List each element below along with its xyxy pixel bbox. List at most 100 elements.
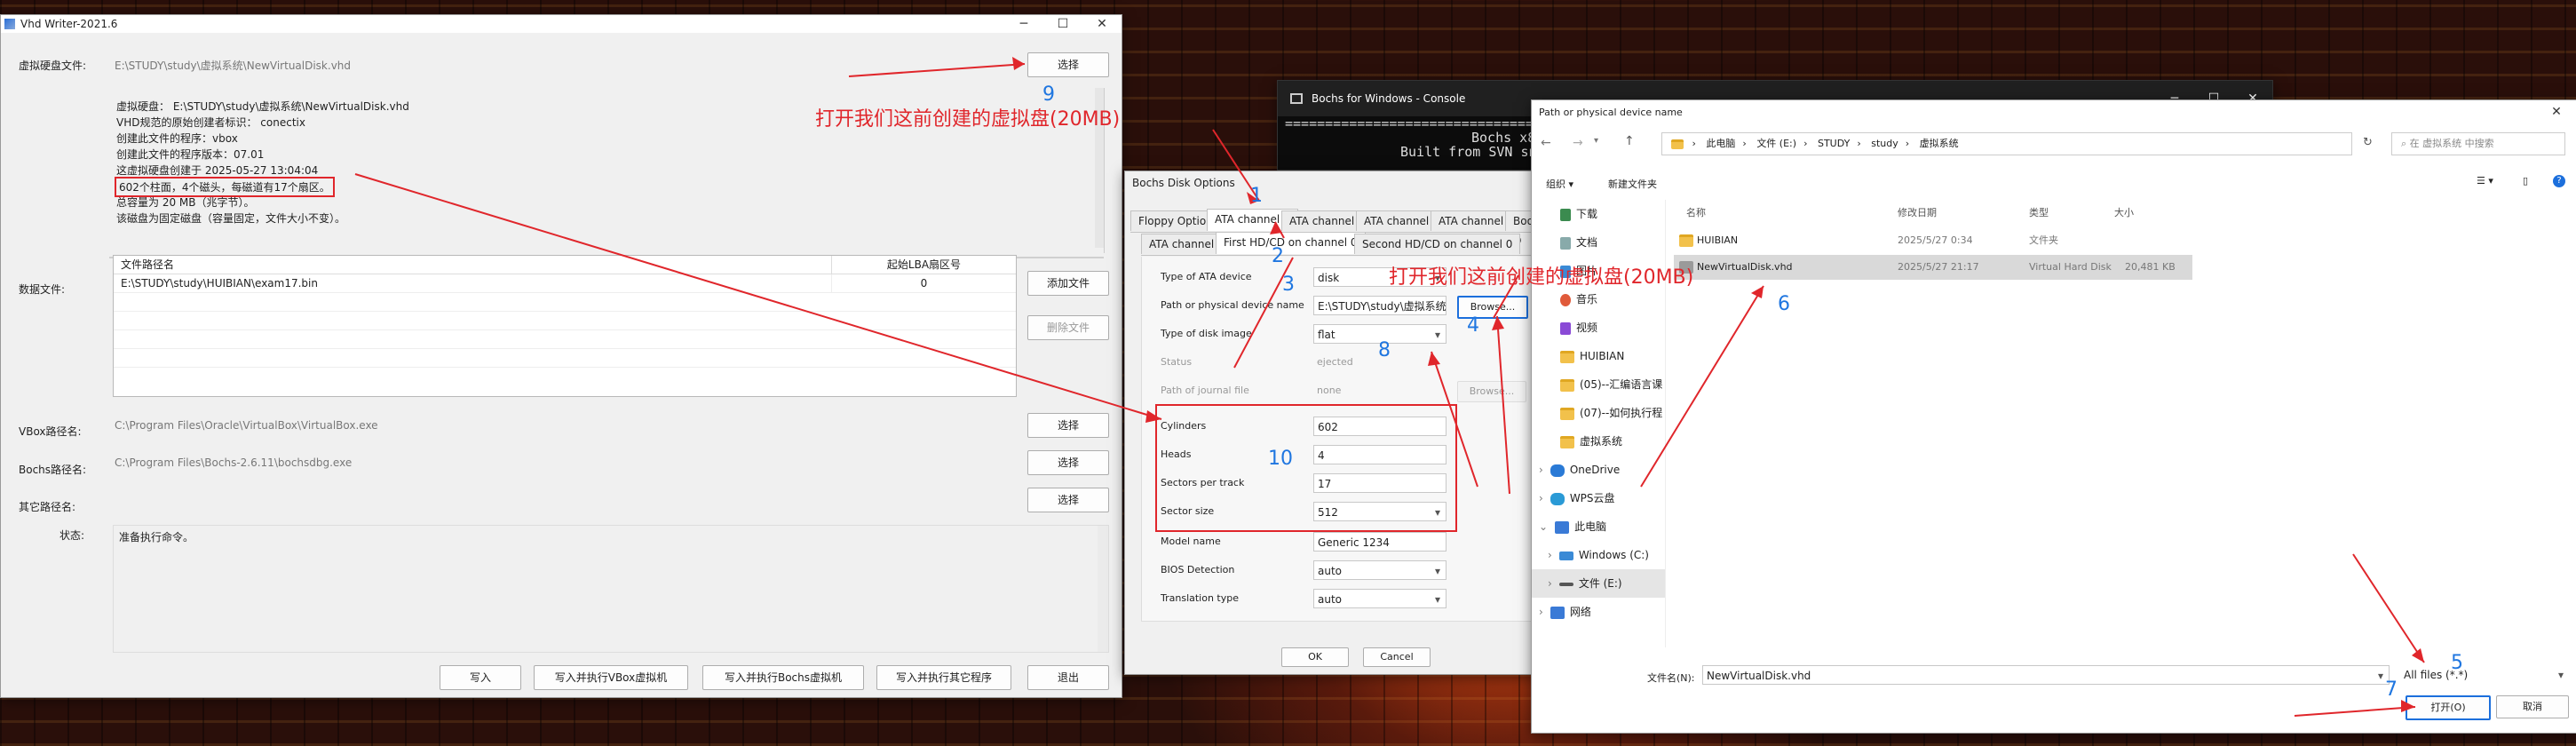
nav-item[interactable]: › Windows (C:) — [1532, 541, 1665, 569]
file-date: 2025/5/27 21:17 — [1898, 261, 1979, 273]
forward-icon[interactable]: → — [1573, 136, 1583, 150]
file-row-folder[interactable]: HUIBIAN 2025/5/27 0:34 文件夹 — [1674, 226, 2571, 255]
expand-icon[interactable]: ⌄ — [1539, 520, 1548, 533]
back-icon[interactable]: ← — [1541, 136, 1551, 150]
col-path-header: 文件路径名 — [114, 256, 832, 274]
subtab-second-hd[interactable]: Second HD/CD on channel 0 — [1354, 234, 1521, 254]
sectors-per-track-input[interactable]: 17 — [1313, 473, 1447, 493]
vhd-title: Vhd Writer-2021.6 — [20, 18, 118, 30]
maximize-icon[interactable]: ☐ — [1043, 17, 1082, 31]
step-number: 10 — [1268, 448, 1293, 470]
write-vbox-button[interactable]: 写入并执行VBox虚拟机 — [534, 665, 688, 690]
add-file-button[interactable]: 添加文件 — [1027, 271, 1109, 296]
status-scrollbar[interactable] — [1098, 526, 1108, 652]
folder-icon — [1560, 378, 1574, 392]
browse-journal-button[interactable]: Browse... — [1457, 381, 1526, 402]
label-sectors-per-track: Sectors per track — [1161, 477, 1245, 488]
exit-button[interactable]: 退出 — [1027, 665, 1109, 690]
nav-item[interactable]: (05)--汇编语言课 — [1532, 370, 1665, 399]
bios-detection-select[interactable]: auto — [1313, 560, 1447, 580]
nav-item[interactable]: 虚拟系统 — [1532, 427, 1665, 456]
nav-item[interactable]: › 文件 (E:) — [1532, 569, 1665, 598]
nav-item[interactable]: 下载 — [1532, 200, 1665, 228]
path-part[interactable]: 此电脑 — [1706, 138, 1735, 149]
fd-address-row: ← → ▾ ↑ › 此电脑 › 文件 (E:) › STUDY › study › 虚拟… — [1532, 131, 2576, 159]
view-icon[interactable]: ☰ ▾ — [2477, 175, 2493, 186]
app-icon — [4, 19, 15, 29]
folder-icon — [1560, 350, 1574, 363]
select-other-button[interactable]: 选择 — [1027, 488, 1109, 512]
file-list: 名称 修改日期 类型 大小 HUIBIAN 2025/5/27 0:34 文件夹… — [1674, 200, 2571, 644]
file-row-vhd[interactable]: NewVirtualDisk.vhd 2025/5/27 21:17 Virtu… — [1674, 255, 2192, 280]
file-type-filter[interactable]: All files (*.*) — [2400, 665, 2569, 685]
sector-size-select[interactable]: 512 — [1313, 502, 1447, 521]
minimize-icon[interactable]: ─ — [1004, 17, 1043, 31]
refresh-icon[interactable]: ↻ — [2363, 136, 2373, 149]
write-button[interactable]: 写入 — [440, 665, 521, 690]
device-path-input[interactable]: E:\STUDY\study\虚拟系统\N — [1313, 296, 1447, 315]
cancel-button[interactable]: Cancel — [1363, 647, 1431, 667]
preview-pane-icon[interactable]: ▯ — [2523, 175, 2528, 186]
other-path-label: 其它路径名: — [19, 501, 76, 513]
path-part[interactable]: STUDY — [1818, 138, 1850, 149]
path-part[interactable]: study — [1871, 138, 1898, 149]
up-icon[interactable]: ↑ — [1624, 134, 1635, 148]
write-other-button[interactable]: 写入并执行其它程序 — [876, 665, 1011, 690]
delete-file-button[interactable]: 删除文件 — [1027, 315, 1109, 340]
step-number: 8 — [1378, 339, 1391, 361]
step-number: 4 — [1467, 314, 1479, 337]
new-folder-button[interactable]: 新建文件夹 — [1608, 177, 1657, 191]
nav-item[interactable]: › OneDrive — [1532, 456, 1665, 484]
ok-button[interactable]: OK — [1281, 647, 1349, 667]
close-icon[interactable]: ✕ — [2537, 105, 2576, 119]
status-label: 状态: — [59, 529, 85, 542]
file-list-header: 名称 修改日期 类型 大小 — [1674, 200, 2571, 226]
write-bochs-button[interactable]: 写入并执行Bochs虚拟机 — [702, 665, 864, 690]
disk-info-line: 总容量为 20 MB（兆字节）。 — [116, 196, 255, 209]
file-date: 2025/5/27 0:34 — [1898, 234, 1973, 246]
folder-icon — [1679, 234, 1693, 247]
col-lba-header: 起始LBA扇区号 — [886, 258, 962, 271]
cylinders-input[interactable]: 602 — [1313, 417, 1447, 436]
nav-item[interactable]: ⌄ 此电脑 — [1532, 512, 1665, 541]
expand-icon[interactable]: › — [1539, 606, 1543, 618]
model-name-input[interactable]: Generic 1234 — [1313, 532, 1447, 552]
subtab-first-hd[interactable]: First HD/CD on channel 0 — [1216, 232, 1366, 254]
close-icon[interactable]: ✕ — [1082, 17, 1122, 31]
cancel-button[interactable]: 取消 — [2496, 695, 2569, 718]
organize-button[interactable]: 组织 ▾ — [1546, 177, 1573, 191]
nav-item[interactable]: › 网络 — [1532, 598, 1665, 626]
col-date[interactable]: 修改日期 — [1898, 200, 1937, 226]
label-journal-path: Path of journal file — [1161, 385, 1249, 396]
disk-options-title: Bochs Disk Options — [1132, 177, 1235, 189]
help-icon[interactable]: ? — [2553, 175, 2565, 187]
expand-icon[interactable]: › — [1548, 577, 1552, 590]
expand-icon[interactable]: › — [1548, 549, 1552, 561]
table-row[interactable]: E:\STUDY\study\HUIBIAN\exam17.bin 0 — [114, 274, 1016, 293]
recent-icon[interactable]: ▾ — [1594, 136, 1598, 146]
expand-icon[interactable]: › — [1539, 464, 1543, 476]
nav-item[interactable]: (07)--如何执行程 — [1532, 399, 1665, 427]
select-disk-button[interactable]: 选择 — [1027, 52, 1109, 77]
step-number: 5 — [2451, 652, 2463, 674]
nav-item[interactable]: HUIBIAN — [1532, 342, 1665, 370]
status-panel: 准备执行命令。 — [113, 525, 1109, 653]
nav-item[interactable]: 文档 — [1532, 228, 1665, 257]
path-part[interactable]: 虚拟系统 — [1920, 138, 1959, 149]
select-vbox-button[interactable]: 选择 — [1027, 413, 1109, 438]
bochs-disk-options-window: Bochs Disk Options Floppy Options ATA ch… — [1124, 171, 1546, 675]
path-part[interactable]: 文件 (E:) — [1756, 138, 1796, 149]
expand-icon[interactable]: › — [1539, 492, 1543, 504]
col-name[interactable]: 名称 — [1686, 200, 1706, 226]
nav-item[interactable]: › WPS云盘 — [1532, 484, 1665, 512]
heads-input[interactable]: 4 — [1313, 445, 1447, 464]
open-button[interactable]: 打开(O) — [2406, 695, 2491, 720]
address-bar[interactable]: › 此电脑 › 文件 (E:) › STUDY › study › 虚拟系统 — [1661, 132, 2352, 155]
filename-input[interactable]: NewVirtualDisk.vhd — [1702, 665, 2390, 685]
select-bochs-button[interactable]: 选择 — [1027, 450, 1109, 475]
nav-item[interactable]: 视频 — [1532, 313, 1665, 342]
col-size[interactable]: 大小 — [2114, 200, 2134, 226]
translation-type-select[interactable]: auto — [1313, 589, 1447, 608]
col-type[interactable]: 类型 — [2029, 200, 2049, 226]
search-box[interactable]: ⌕ 在 虚拟系统 中搜索 — [2391, 132, 2565, 155]
